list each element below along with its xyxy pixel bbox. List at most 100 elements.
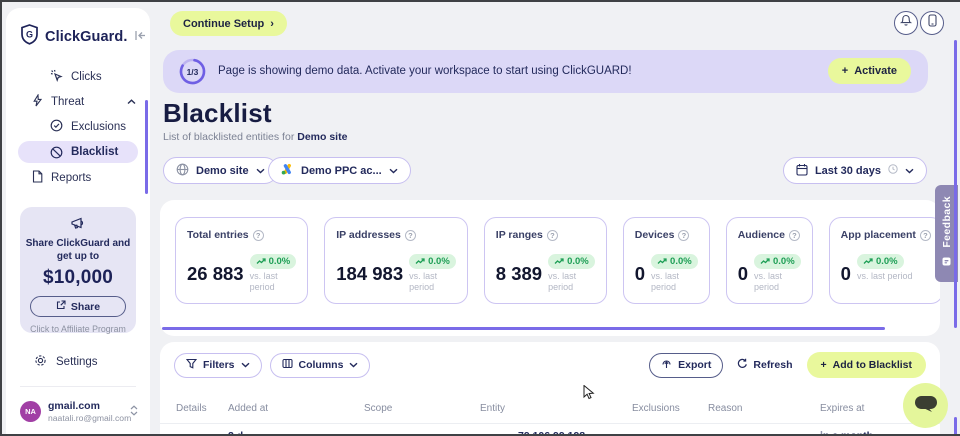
help-icon[interactable] [789,230,800,241]
sidebar-item-blacklist[interactable]: Blacklist [18,141,138,163]
activate-label: Activate [854,65,897,77]
continue-setup-label: Continue Setup [183,18,264,30]
column-header-added-at[interactable]: Added at [228,403,268,414]
chat-widget-button[interactable] [903,383,948,428]
stats-horizontal-scrollbar[interactable] [162,327,885,330]
trend-badge: 0.0% [857,254,904,269]
help-icon[interactable] [405,230,416,241]
stat-value: 0 [841,263,851,285]
share-button-label: Share [71,301,100,313]
sidebar-item-exclusions[interactable]: Exclusions [50,119,126,135]
subtitle-text: List of blacklisted entities for [163,131,297,143]
trend-badge: 0.0% [651,254,698,269]
stat-value: 0 [635,263,645,285]
row-divider [160,423,940,424]
mobile-device-button[interactable] [920,11,944,35]
affiliate-promo-card[interactable]: Share ClickGuard and get up to $10,000 S… [20,207,136,333]
sidebar-item-reports[interactable]: Reports [32,170,91,186]
column-header-entity[interactable]: Entity [480,403,505,414]
stat-label: IP ranges [496,229,543,241]
click-icon [50,69,63,85]
ppc-account-value: Demo PPC ac... [301,165,382,177]
filters-label: Filters [203,359,235,371]
trend-badge: 0.0% [754,254,801,269]
notifications-button[interactable] [894,11,918,35]
chevron-down-icon [256,165,265,177]
help-icon[interactable] [253,230,264,241]
trend-badge: 0.0% [250,254,297,269]
date-range-select[interactable]: Last 30 days [783,157,927,184]
stat-card-total-entries: Total entries 26 883 0.0% vs. last perio… [175,217,308,304]
sidebar-item-settings[interactable]: Settings [34,354,98,370]
stat-card-devices: Devices 0 0.0% vs. last period [623,217,710,304]
sidebar-scrollbar[interactable] [145,100,148,194]
chevron-right-icon: › [270,18,274,30]
stats-panel: Total entries 26 883 0.0% vs. last perio… [160,200,940,336]
page-subtitle: List of blacklisted entities for Demo si… [163,131,347,143]
refresh-button[interactable]: Refresh [731,358,798,372]
vs-period-label: vs. last period [857,271,913,282]
progress-ring: 1/3 [178,57,207,86]
lightning-icon [32,94,43,110]
stat-card-audience: Audience 0 0.0% vs. last period [726,217,813,304]
columns-label: Columns [299,359,344,371]
user-info: gmail.com naatali.ro@gmail.com [48,400,123,423]
vs-period-label: vs. last period [754,271,800,294]
filters-button[interactable]: Filters [174,353,262,378]
help-icon[interactable] [678,230,689,241]
subtitle-site-name: Demo site [297,131,347,143]
add-to-blacklist-button[interactable]: + Add to Blacklist [807,352,927,378]
export-label: Export [678,359,711,371]
column-header-scope[interactable]: Scope [364,403,392,414]
page-scrollbar[interactable] [954,40,957,328]
continue-setup-button[interactable]: Continue Setup › [170,11,287,36]
megaphone-icon [70,217,86,234]
app-window: G ClickGuard. Clicks Threat [0,0,960,436]
export-button[interactable]: Export [649,353,723,378]
globe-icon [176,163,189,179]
stat-label: App placement [841,229,916,241]
vs-period-label: vs. last period [250,271,296,294]
refresh-label: Refresh [753,359,792,371]
column-header-reason[interactable]: Reason [708,403,742,414]
column-header-details[interactable]: Details [176,403,207,414]
stat-value: 184 983 [336,263,403,285]
brand-logo[interactable]: G ClickGuard. [20,24,138,50]
stat-label: Devices [635,229,675,241]
sidebar-collapse-icon[interactable] [134,28,147,46]
demo-data-banner: 1/3 Page is showing demo data. Activate … [163,50,928,93]
vs-period-label: vs. last period [409,271,455,294]
sidebar-item-clicks[interactable]: Clicks [50,69,102,85]
user-menu[interactable]: NA gmail.com naatali.ro@gmail.com [20,400,138,423]
shield-logo-icon: G [20,24,39,50]
gear-icon [34,354,47,370]
calendar-icon [796,163,808,179]
svg-text:G: G [26,30,33,40]
document-icon [32,170,43,186]
window-edge-left [0,0,2,436]
stat-card-ip-ranges: IP ranges 8 389 0.0% vs. last period [484,217,607,304]
affiliate-link[interactable]: Click to Affiliate Program [20,324,136,334]
sidebar: G ClickGuard. Clicks Threat [6,8,150,434]
activate-button[interactable]: + Activate [828,58,911,84]
help-icon[interactable] [547,230,558,241]
column-header-exclusions[interactable]: Exclusions [632,403,680,414]
site-select[interactable]: Demo site [163,157,278,184]
blacklist-table-panel: Filters Columns Export Refresh + Add to … [160,342,940,436]
stat-label: Audience [738,229,785,241]
share-button[interactable]: Share [30,296,126,317]
columns-button[interactable]: Columns [270,353,371,378]
sidebar-item-threat[interactable]: Threat [32,94,136,110]
column-header-expires-at[interactable]: Expires at [820,403,864,414]
chevron-down-icon [905,165,914,177]
window-edge-top [0,0,960,2]
sidebar-item-label: Threat [51,96,119,108]
help-icon[interactable] [920,230,931,241]
progress-step: 1/3 [178,57,207,86]
sidebar-item-label: Blacklist [71,146,118,158]
add-to-blacklist-label: Add to Blacklist [833,359,912,371]
vs-period-label: vs. last period [548,271,594,294]
chevron-down-icon [389,165,398,177]
ppc-account-select[interactable]: Demo PPC ac... [268,157,411,184]
chevron-down-icon [349,362,358,368]
